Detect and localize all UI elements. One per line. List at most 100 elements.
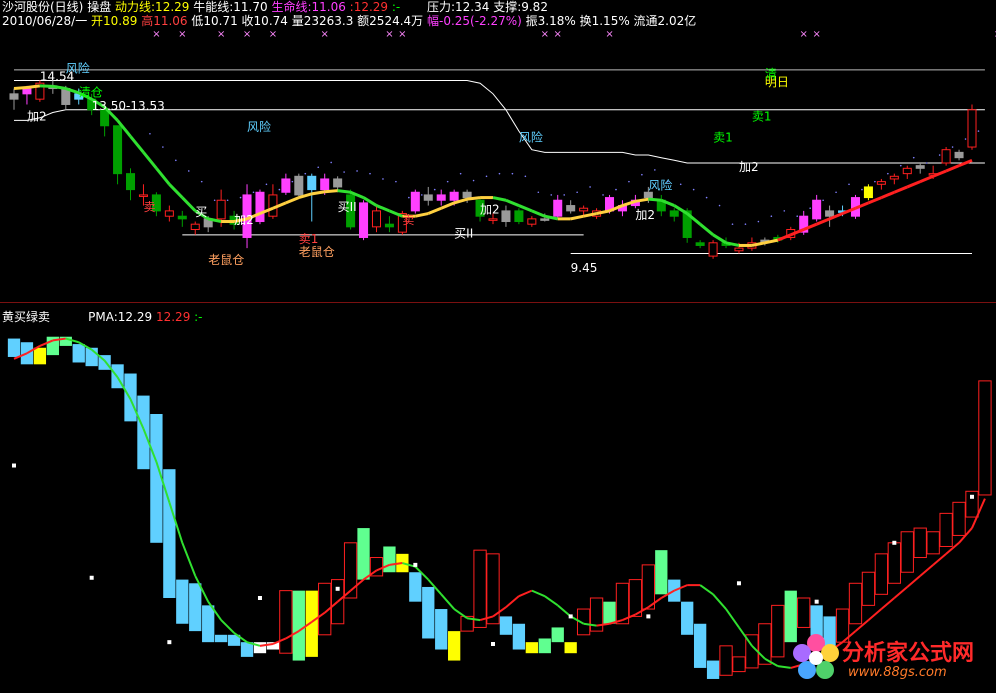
trend-dot (395, 180, 397, 183)
chart-annotation: 清仓 (79, 86, 103, 100)
trend-dot (472, 179, 475, 182)
trend-dot (278, 188, 281, 191)
ma-segment (337, 189, 351, 194)
candle-body (164, 210, 174, 217)
ma-segment (129, 135, 145, 154)
trend-dot (744, 223, 747, 225)
pressure-curve (14, 80, 985, 164)
pma-dot (814, 599, 819, 604)
trend-dot (433, 188, 436, 191)
pma-bar (202, 605, 215, 643)
pma-line-segment (531, 589, 546, 598)
trend-dot (641, 173, 643, 176)
pma-line-segment (932, 553, 947, 566)
trend-dot (252, 191, 255, 194)
ma-segment (492, 196, 507, 202)
pma-bar (732, 656, 746, 673)
pma-bar (861, 571, 876, 606)
pma-line-segment (505, 595, 520, 608)
pma-dot (646, 614, 651, 619)
trend-dot (162, 146, 164, 148)
pma-bar (952, 501, 966, 536)
trend-dot (356, 170, 358, 172)
trend-dot (576, 191, 578, 194)
trend-dot (265, 183, 268, 186)
top-marker: × (321, 29, 329, 40)
top-marker: × (605, 29, 613, 40)
trend-dot (964, 138, 967, 140)
ma-segment (311, 190, 325, 196)
chart-annotation: 加2 (234, 213, 254, 227)
stock-chart-window: 沙河股份(日线) 操盘 动力线:12.29 牛能线:11.70 生命线:11.0… (0, 0, 996, 693)
trend-dot (654, 169, 656, 171)
candle-body (889, 175, 899, 180)
candle-body (579, 207, 589, 212)
ma-segment (906, 180, 921, 189)
pma-line-segment (867, 608, 883, 621)
chart-annotation: 加2 (27, 109, 47, 123)
candle-body (371, 210, 381, 228)
ma-segment (635, 197, 649, 203)
trend-dot (848, 183, 850, 186)
candle-body (307, 175, 317, 191)
kline-chart[interactable]: ×××××××××××××××风险清仓13.50-13.53加214.54风险卖… (0, 0, 996, 693)
candle-body (216, 199, 226, 220)
pma-bar (512, 623, 526, 650)
trend-dot (925, 162, 928, 164)
pma-bar (137, 395, 150, 470)
trend-dot (731, 223, 734, 225)
candle-body (812, 199, 822, 220)
pma-bar (435, 609, 448, 650)
trend-dot (899, 164, 902, 167)
trend-dot (149, 132, 151, 135)
ma-segment (945, 164, 960, 173)
trend-dot (524, 175, 527, 178)
trend-dot (304, 172, 307, 175)
candle-body (126, 173, 136, 191)
pma-bar (59, 336, 72, 346)
pma-bar (771, 604, 785, 658)
trend-dot (291, 180, 294, 183)
trend-dot (511, 172, 514, 175)
chart-annotation: 14.54 (40, 70, 74, 84)
candle-body (553, 199, 563, 217)
trend-dot (692, 188, 695, 191)
candle-body (320, 178, 330, 191)
chart-annotation: 加2 (739, 160, 759, 174)
candle-body (941, 149, 951, 164)
candle-body (540, 218, 550, 221)
candle-body (514, 210, 524, 223)
chart-annotation: 9.45 (571, 261, 598, 275)
candle-body (294, 175, 304, 196)
trend-dot (615, 188, 617, 191)
trend-dot (537, 191, 540, 194)
chart-annotation: 老鼠仓 (208, 253, 244, 267)
candle-body (488, 218, 498, 221)
ma-segment (880, 190, 895, 199)
flower-logo-icon (793, 634, 839, 679)
pma-line-segment (919, 564, 934, 577)
logo-title: 分析家公式网 (842, 641, 975, 666)
chart-annotation: 风险 (648, 178, 672, 193)
trend-dot (938, 154, 941, 156)
pma-line-segment (220, 619, 235, 634)
candle-body (527, 218, 537, 225)
pma-line-segment (440, 593, 455, 610)
top-marker: × (541, 29, 549, 40)
ma-segment (699, 223, 715, 236)
logo-url[interactable]: www.88gs.com (848, 665, 947, 680)
ma-segment (648, 197, 662, 202)
ma-segment (816, 217, 831, 226)
candle-body (449, 191, 459, 201)
top-marker: × (812, 29, 820, 40)
ma-segment (531, 209, 546, 218)
trend-dot (770, 215, 773, 217)
trend-dot (187, 170, 190, 172)
ma-segment (285, 196, 300, 205)
top-marker: × (554, 29, 562, 40)
pma-line-segment (893, 586, 908, 599)
pma-bar (706, 660, 720, 679)
candle-body (669, 210, 679, 217)
chart-annotation: 卖1 (713, 131, 733, 145)
pma-bar (499, 616, 513, 635)
